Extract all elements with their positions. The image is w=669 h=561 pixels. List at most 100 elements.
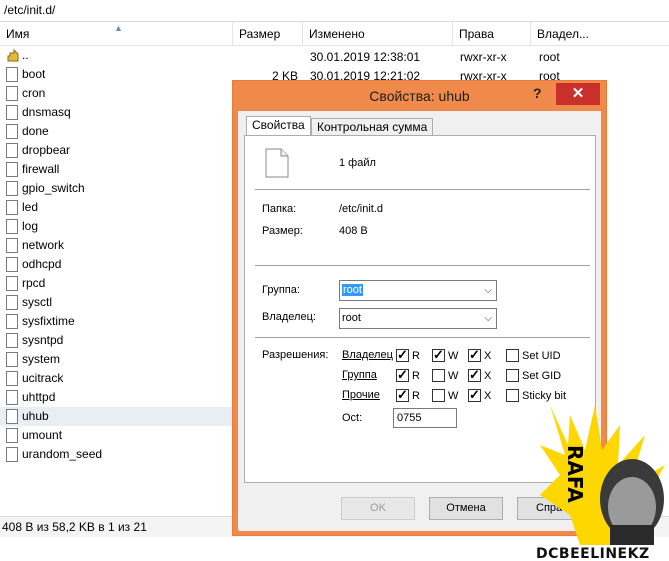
file-count: 1 файл [339, 157, 376, 169]
file-name: cron [22, 86, 46, 100]
file-row[interactable]: .. [0, 46, 232, 65]
path-bar[interactable]: /etc/init.d/ [0, 0, 669, 22]
read-checkbox[interactable] [396, 347, 409, 363]
tab-properties[interactable]: Свойства [246, 116, 311, 137]
rafa-watermark-flame: RAFA [540, 405, 665, 545]
write-checkbox[interactable] [432, 369, 445, 382]
folder-label: Папка: [262, 203, 297, 215]
owner-label: Владелец: [262, 311, 316, 323]
column-size-label: Размер [239, 27, 281, 41]
read-label: R [412, 350, 420, 362]
file-name: umount [22, 428, 63, 442]
file-icon [6, 447, 18, 462]
file-row[interactable]: sysctl [0, 293, 232, 312]
special-bit-label: Set UID [522, 350, 561, 362]
file-row[interactable]: led [0, 198, 232, 217]
execute-checkbox[interactable] [468, 347, 481, 363]
file-row[interactable]: gpio_switch [0, 179, 232, 198]
file-name: odhcpd [22, 257, 62, 271]
group-select[interactable]: root ⌵ [339, 280, 497, 301]
ok-button[interactable]: OK [341, 497, 415, 520]
file-icon [6, 124, 18, 139]
file-row[interactable]: sysntpd [0, 331, 232, 350]
file-row[interactable]: firewall [0, 160, 232, 179]
size-value: 408 B [339, 225, 368, 237]
file-row[interactable]: dnsmasq [0, 103, 232, 122]
file-row[interactable]: rpcd [0, 274, 232, 293]
file-name: uhub [22, 409, 49, 423]
file-name: dropbear [22, 143, 71, 157]
oct-value: 0755 [397, 412, 422, 424]
file-row[interactable]: system [0, 350, 232, 369]
file-name: sysctl [22, 295, 52, 309]
column-perms[interactable]: Права [453, 22, 531, 46]
close-icon: ✕ [571, 85, 585, 102]
file-icon [6, 200, 18, 215]
file-icon [6, 257, 18, 272]
execute-checkbox[interactable] [468, 387, 481, 403]
column-modified[interactable]: Изменено [303, 22, 453, 46]
file-row[interactable]: uhttpd [0, 388, 232, 407]
oct-input[interactable]: 0755 [393, 408, 457, 428]
execute-checkbox[interactable] [468, 367, 481, 383]
row-0-modified: 30.01.2019 12:38:01 [310, 50, 421, 64]
special-bit-label: Set GID [522, 370, 562, 382]
read-checkbox[interactable] [396, 387, 409, 403]
execute-label: X [484, 370, 492, 382]
write-checkbox[interactable] [432, 389, 445, 402]
rafa-text: RAFA [563, 445, 587, 503]
file-row[interactable]: urandom_seed [0, 445, 232, 464]
file-name: urandom_seed [22, 447, 103, 461]
special-bit-checkbox[interactable] [506, 349, 519, 362]
file-row[interactable]: log [0, 217, 232, 236]
file-row[interactable]: dropbear [0, 141, 232, 160]
sort-asc-icon: ▲ [114, 23, 123, 33]
oct-label: Oct: [342, 412, 363, 424]
file-row[interactable]: network [0, 236, 232, 255]
owner-select[interactable]: root ⌵ [339, 308, 497, 329]
file-icon [6, 238, 18, 253]
file-icon [6, 86, 18, 101]
special-bit-label: Sticky bit [522, 390, 567, 402]
file-icon [6, 219, 18, 234]
file-row[interactable]: umount [0, 426, 232, 445]
file-icon [6, 333, 18, 348]
dialog-titlebar[interactable]: Свойства: uhub ? ✕ [233, 81, 606, 111]
write-label: W [448, 370, 459, 382]
special-bit-checkbox[interactable] [506, 389, 519, 402]
owner-value: root [342, 312, 361, 324]
special-bit-checkbox[interactable] [506, 369, 519, 382]
column-owner[interactable]: Владел... [531, 22, 669, 46]
column-modified-label: Изменено [309, 27, 365, 41]
write-label: W [448, 350, 459, 362]
file-list[interactable]: .. boot cron dnsmasq done dropbear firewall gpi… [0, 46, 232, 514]
column-name-label: Имя [6, 27, 30, 41]
file-name: sysntpd [22, 333, 64, 347]
file-row[interactable]: boot [0, 65, 232, 84]
chevron-down-icon: ⌵ [484, 285, 492, 296]
execute-label: X [484, 390, 492, 402]
file-icon [6, 390, 18, 405]
watermark-brand: DCBEELINEKZ [536, 546, 650, 561]
file-icon [6, 352, 18, 367]
read-checkbox[interactable] [396, 367, 409, 383]
close-button[interactable]: ✕ [556, 83, 600, 105]
file-icon [6, 371, 18, 386]
file-name: log [22, 219, 39, 233]
file-name: .. [22, 48, 29, 62]
file-row[interactable]: cron [0, 84, 232, 103]
file-row[interactable]: ucitrack [0, 369, 232, 388]
file-name: uhttpd [22, 390, 56, 404]
file-row[interactable]: sysfixtime [0, 312, 232, 331]
file-name: dnsmasq [22, 105, 71, 119]
file-row[interactable]: done [0, 122, 232, 141]
file-row[interactable]: odhcpd [0, 255, 232, 274]
write-label: W [448, 390, 459, 402]
help-button[interactable]: ? [533, 85, 542, 101]
parent-folder-icon [6, 48, 19, 63]
cancel-button[interactable]: Отмена [429, 497, 503, 520]
file-row[interactable]: uhub [0, 407, 232, 426]
write-checkbox[interactable] [432, 347, 445, 363]
file-name: system [22, 352, 61, 366]
column-size[interactable]: Размер [233, 22, 303, 46]
